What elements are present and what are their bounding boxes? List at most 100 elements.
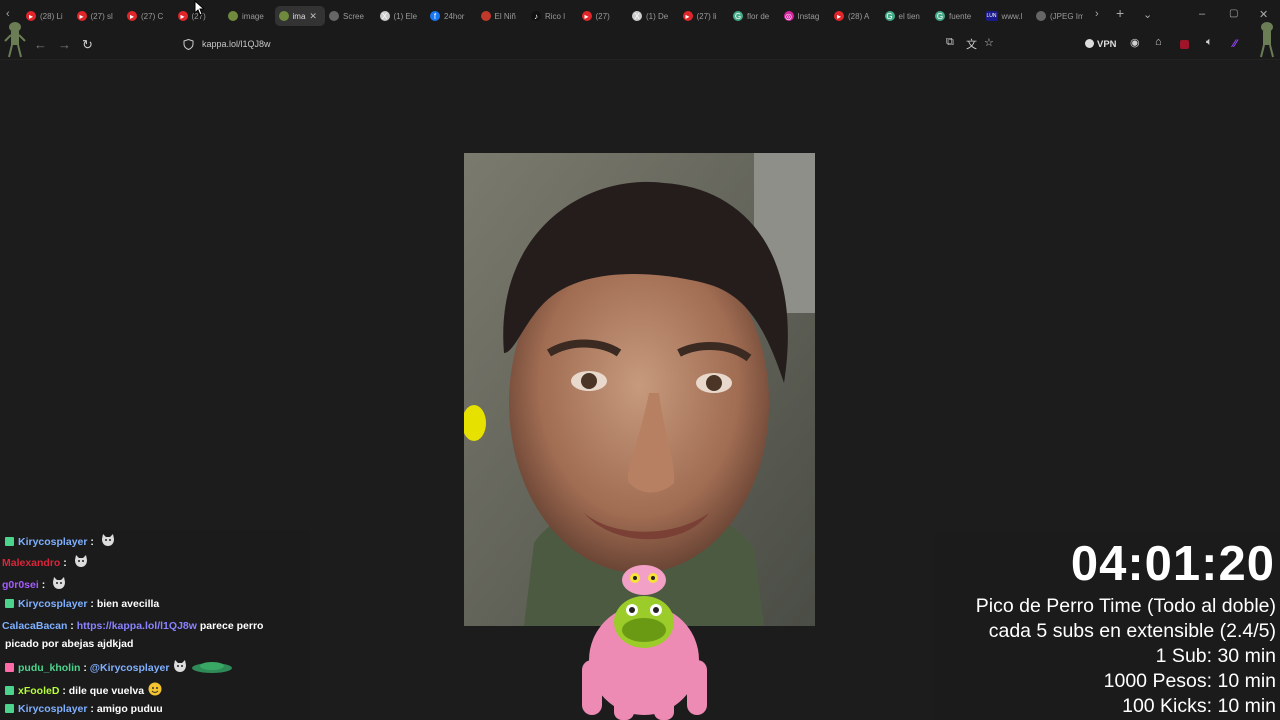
tab-label: (27) li — [696, 11, 717, 21]
tab-6[interactable]: Scree — [325, 6, 376, 26]
install-app-icon[interactable]: ⧉ — [946, 36, 954, 49]
x-icon: X — [632, 11, 642, 21]
chat-text: amigo puduu — [96, 703, 163, 715]
back-button[interactable]: ← — [34, 37, 47, 52]
tab-label: flor de — [747, 11, 770, 21]
address-bar[interactable]: kappa.lol/l1QJ8w — [175, 35, 1005, 55]
tab-2[interactable]: ▸ (27) C — [123, 6, 174, 26]
cat-emote-icon — [52, 577, 66, 593]
tab-strip: ‹ ▸ (28) Li ▸ (27) sl ▸ (27) C ▸ (27) image ima ✕… — [0, 0, 1280, 31]
sub-badge-icon — [5, 537, 14, 546]
chat-username[interactable]: Kirycosplayer — [18, 703, 87, 715]
tab-1[interactable]: ▸ (27) sl — [73, 6, 124, 26]
forward-button[interactable]: → — [58, 37, 71, 52]
smile-emote-icon — [148, 682, 162, 699]
chat-separator: : — [87, 598, 97, 610]
close-tab-icon[interactable]: ✕ — [309, 11, 317, 22]
profile-icon[interactable]: ◉ — [1130, 36, 1140, 49]
x-icon: X — [379, 11, 390, 21]
chat-message: Kirycosplayer : amigo puduu — [5, 703, 163, 715]
tab-16[interactable]: ▸ (28) A — [830, 6, 881, 26]
chat-separator: : — [87, 703, 97, 715]
overlay-line: Pico de Perro Time (Todo al doble) — [975, 595, 1276, 617]
tab-label: (1) De — [646, 11, 669, 21]
url-text: kappa.lol/l1QJ8w — [202, 39, 271, 49]
sound-icon[interactable]: 🔈︎ — [1206, 36, 1213, 49]
sub-badge-icon — [5, 686, 14, 695]
extensions-icon[interactable]: ⌂ — [1155, 36, 1162, 48]
overlay-line: 100 Kicks: 10 min — [1122, 695, 1276, 717]
tab-search-chevron-icon[interactable]: ⌄ — [1143, 8, 1152, 21]
tab-4[interactable]: image — [224, 6, 275, 26]
tab-19[interactable]: LUN www.l — [982, 6, 1033, 26]
tab-label: ima — [292, 11, 306, 21]
tab-9[interactable]: El Niñ — [477, 6, 528, 26]
translate-icon[interactable]: 文 — [966, 36, 977, 52]
chat-text: parece perro — [199, 620, 264, 632]
chat-username[interactable]: xFooleD — [18, 685, 59, 697]
tab-label: Rico l — [545, 11, 566, 21]
tab-label: image — [242, 11, 264, 21]
tab-20[interactable]: (JPEG Ima — [1032, 6, 1083, 26]
lun-icon: LUN — [985, 11, 998, 21]
vpn-button[interactable]: VPN — [1097, 39, 1117, 50]
tab-label: fuente — [949, 11, 972, 21]
tab-18[interactable]: Gfuente — [931, 6, 982, 26]
chat-username[interactable]: CalacaBacan — [2, 620, 67, 632]
sub-badge-icon — [5, 704, 14, 713]
reload-button[interactable]: ↻ — [82, 37, 93, 53]
chat-text: bien avecilla — [96, 598, 160, 610]
tab-label: (27) sl — [90, 11, 113, 21]
chat-separator: : — [80, 662, 90, 674]
tab-12[interactable]: X (1) De — [628, 6, 679, 26]
tab-label: (28) A — [848, 11, 870, 21]
chat-username[interactable]: Malexandro — [2, 557, 60, 569]
chat-message: pudu_kholin : @Kirycosplayer — [5, 660, 233, 676]
tab-15[interactable]: ◎ Instag — [780, 6, 831, 26]
chat-username[interactable]: Kirycosplayer — [18, 536, 87, 548]
tab-17[interactable]: Gel tien — [881, 6, 932, 26]
chat-message: Kirycosplayer : — [5, 534, 115, 550]
chat-username[interactable]: pudu_kholin — [18, 662, 80, 674]
chat-message: Kirycosplayer : bien avecilla — [5, 598, 159, 610]
overlay-line: 1000 Pesos: 10 min — [1103, 670, 1276, 692]
tab-10[interactable]: ♪ Rico l — [527, 6, 578, 26]
youtube-icon: ▸ — [834, 11, 844, 21]
chat-username[interactable]: g0r0sei — [2, 579, 39, 591]
youtube-icon: ▸ — [76, 11, 87, 21]
tab-label: (27) — [595, 11, 610, 21]
tab-0[interactable]: ▸ (28) Li — [22, 6, 73, 26]
mouse-cursor-icon — [194, 0, 204, 16]
subathon-timer-overlay: 04:01:20 Pico de Perro Time (Todo al dob… — [935, 531, 1280, 720]
minimize-icon[interactable]: – — [1199, 8, 1205, 20]
tab-11[interactable]: ▸ (27) — [578, 6, 629, 26]
chat-separator: : — [60, 557, 70, 569]
chat-link[interactable]: https://kappa.lol/l1QJ8w — [77, 620, 197, 632]
scroll-tabs-right-icon[interactable]: › — [1095, 8, 1099, 20]
countdown-timer: 04:01:20 — [1070, 537, 1275, 591]
bookmark-star-icon[interactable]: ☆ — [984, 36, 994, 49]
google-icon: G — [733, 11, 743, 21]
tab-label: 24hor — [444, 11, 465, 21]
tab-8[interactable]: f 24hor — [426, 6, 477, 26]
chat-mention[interactable]: @Kirycosplayer — [90, 662, 170, 674]
turtle-emote-icon — [191, 661, 233, 676]
chat-text: dile que vuelva — [68, 685, 145, 697]
frog-decoration-right-icon — [1260, 22, 1274, 58]
chat-separator: : — [38, 579, 49, 591]
chat-username[interactable]: Kirycosplayer — [18, 598, 87, 610]
aria-icon[interactable]: ⁄⁄ — [1233, 38, 1237, 50]
tab-7[interactable]: X (1) Ele — [376, 6, 427, 26]
tab-14[interactable]: Gflor de — [729, 6, 780, 26]
restore-icon[interactable]: ▢ — [1229, 8, 1238, 19]
site-info-icon[interactable] — [183, 39, 194, 50]
tab-5[interactable]: ima ✕ — [274, 6, 325, 26]
new-tab-icon[interactable]: + — [1116, 5, 1124, 21]
overlay-line: 1 Sub: 30 min — [1155, 645, 1276, 667]
tab-13[interactable]: ▸ (27) li — [679, 6, 730, 26]
adblock-icon[interactable] — [1180, 40, 1189, 49]
page-icon — [329, 11, 339, 21]
chat-message-continuation: picado por abejas ajdkjad — [5, 638, 134, 650]
webcam-photo — [464, 153, 815, 626]
sub-badge-icon — [5, 599, 14, 608]
